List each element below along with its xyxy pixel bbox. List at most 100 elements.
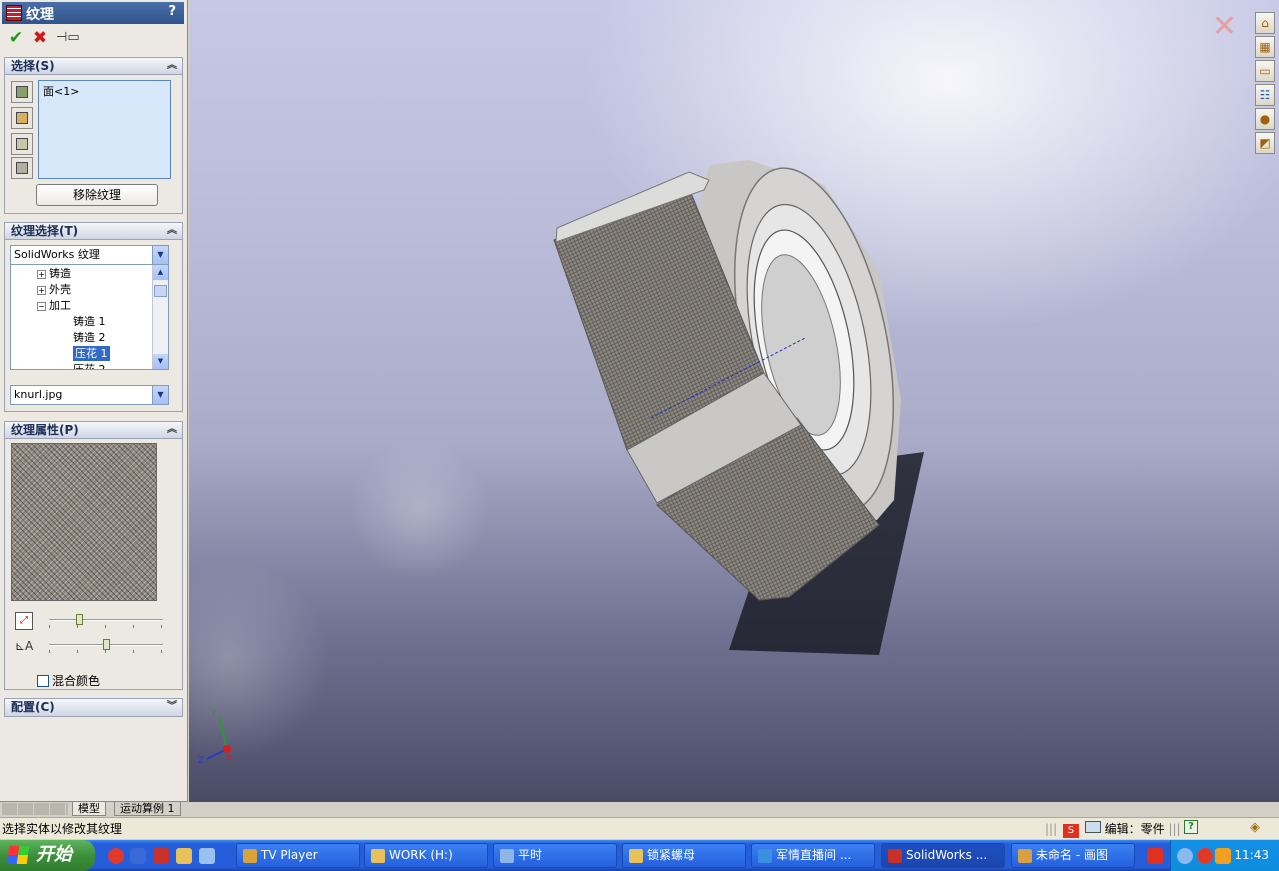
checkbox-box[interactable]	[37, 675, 49, 687]
texture-properties-header[interactable]: 纹理属性(P) ︽	[5, 422, 182, 439]
select-part-button[interactable]	[11, 157, 33, 179]
tree-scrollbar[interactable]: ▲ ▼	[152, 265, 168, 369]
chevron-down-icon[interactable]: ▼	[152, 246, 168, 264]
remove-texture-button[interactable]: 移除纹理	[36, 184, 158, 206]
ok-button[interactable]: ✔	[6, 28, 26, 48]
taskbar-button-label: TV Player	[261, 848, 318, 862]
tree-node-machining[interactable]: − 加工	[37, 298, 71, 313]
quicklaunch-ie-icon[interactable]	[199, 848, 215, 864]
quicklaunch-desktop-icon[interactable]	[130, 848, 146, 864]
tag-icon[interactable]: ◈	[1250, 820, 1260, 835]
angle-slider-knob[interactable]	[103, 639, 110, 650]
close-icon[interactable]: ✕	[1212, 12, 1237, 42]
texture-selection-header[interactable]: 纹理选择(T) ︽	[5, 223, 182, 240]
view-orientation-icon[interactable]: ▦	[1255, 36, 1275, 58]
tray-shield-icon[interactable]	[1215, 848, 1231, 864]
scale-slider[interactable]	[49, 614, 163, 628]
taskbar-button-label: 军情直播间 ...	[776, 848, 852, 862]
right-toolbar: ⌂ ▦ ▭ ☷ ● ◩	[1255, 12, 1277, 156]
input-method-icon[interactable]	[1147, 848, 1163, 864]
taskbar-button-work-drive[interactable]: WORK (H:)	[364, 843, 488, 868]
folder-icon[interactable]: ▭	[1255, 60, 1275, 82]
tree-leaf-knurl-1[interactable]: 压花 1	[73, 346, 110, 361]
collapse-chevron-icon[interactable]: ︽	[167, 223, 177, 239]
collapse-icon[interactable]: −	[37, 301, 46, 311]
tab-model[interactable]: 模型	[72, 802, 106, 816]
chevron-down-icon[interactable]: ▼	[152, 386, 168, 404]
blend-color-checkbox[interactable]: 混合颜色	[37, 672, 100, 689]
texture-tree[interactable]: + 铸造 + 外壳 − 加工 铸造 1 铸造 2 压花 1 压花 2 ▲ ▼	[10, 264, 169, 370]
status-separator: |||	[1168, 822, 1181, 836]
taskbar-button-browser[interactable]: 军情直播间 ...	[751, 843, 875, 868]
tab-motion-study[interactable]: 运动算例 1	[114, 802, 181, 816]
scroll-up-icon[interactable]: ▲	[153, 265, 168, 280]
selected-face-item[interactable]: 面<1>	[43, 83, 166, 99]
configuration-group: 配置(C) ︾	[4, 698, 183, 717]
scroll-thumb[interactable]	[154, 285, 167, 297]
tree-leaf-casting-1[interactable]: 铸造 1	[73, 314, 106, 329]
windows-taskbar: 开始 TV Player WORK (H:) 平时 锁紧螺母 军情直播间 ...…	[0, 840, 1279, 871]
selection-group-header[interactable]: 选择(S) ︽	[5, 58, 182, 75]
status-help-icon[interactable]: ?	[1184, 820, 1198, 834]
taskbar-button-label: 锁紧螺母	[647, 848, 696, 862]
body-icon	[16, 138, 28, 150]
cancel-button[interactable]: ✖	[30, 28, 50, 48]
property-manager-title-bar: 纹理 ?	[2, 2, 184, 24]
start-button[interactable]: 开始	[0, 840, 95, 871]
folder-icon	[371, 849, 385, 863]
texture-file-select[interactable]: knurl.jpg ▼	[10, 385, 169, 405]
help-button[interactable]: ?	[168, 4, 176, 19]
tree-leaf-knurl-2[interactable]: 压花 2	[73, 362, 106, 369]
scene-icon[interactable]: ◩	[1255, 132, 1275, 154]
system-tray: 11:43	[1170, 840, 1279, 871]
tree-leaf-casting-2[interactable]: 铸造 2	[73, 330, 106, 345]
appearance-icon[interactable]: ●	[1255, 108, 1275, 130]
angle-slider[interactable]	[49, 639, 163, 653]
selected-faces-list[interactable]: 面<1>	[38, 80, 171, 179]
scroll-down-icon[interactable]: ▼	[153, 354, 168, 369]
app-icon	[243, 849, 257, 863]
property-manager: 纹理 ? ✔ ✖ ⊣▭ 选择(S) ︽ 面<1> 移除纹理 纹理选择(T) ︽ …	[0, 0, 188, 802]
taskbar-button-label: 未命名 - 画图	[1036, 848, 1108, 862]
input-method-icon[interactable]: S	[1062, 824, 1079, 838]
taskbar-button-paint[interactable]: 未命名 - 画图	[1011, 843, 1135, 868]
pushpin-icon[interactable]: ⊣▭	[56, 28, 80, 48]
scale-slider-knob[interactable]	[76, 614, 83, 625]
taskbar-button-solidworks[interactable]: SolidWorks ...	[881, 843, 1005, 868]
texture-icon	[6, 5, 22, 21]
coordinate-triad: Y Z X	[198, 709, 232, 765]
view-palette-icon[interactable]: ☷	[1255, 84, 1275, 106]
feature-icon	[16, 112, 28, 124]
graphics-viewport[interactable]: ✕ ⌂ ▦ ▭ ☷ ● ◩ Y Z X	[189, 0, 1279, 802]
tray-expand-icon[interactable]	[1177, 848, 1193, 864]
keyboard-icon[interactable]	[1084, 821, 1101, 833]
tree-node-label: 加工	[49, 299, 71, 312]
taskbar-button-label: WORK (H:)	[389, 848, 453, 862]
quicklaunch-solidworks-icon[interactable]	[153, 848, 169, 864]
collapse-chevron-icon[interactable]: ︽	[167, 58, 177, 74]
quicklaunch-app-icon[interactable]	[108, 848, 124, 864]
triad-z-label: Z	[198, 756, 204, 765]
collapse-chevron-icon[interactable]: ︽	[167, 422, 177, 438]
tab-scroll-arrows[interactable]	[2, 803, 68, 815]
select-body-button[interactable]	[11, 133, 33, 155]
taskbar-button-tv-player[interactable]: TV Player	[236, 843, 360, 868]
face-icon	[16, 86, 28, 98]
status-mode-label: 编辑：零件	[1104, 822, 1165, 836]
expand-icon[interactable]: +	[37, 269, 46, 279]
configuration-header[interactable]: 配置(C) ︾	[5, 699, 182, 716]
tree-node-casting[interactable]: + 铸造	[37, 266, 71, 281]
tree-node-shell[interactable]: + 外壳	[37, 282, 71, 297]
expand-icon[interactable]: +	[37, 285, 46, 295]
select-face-button[interactable]	[11, 81, 33, 103]
taskbar-button-pingshi[interactable]: 平时	[493, 843, 617, 868]
quicklaunch-folder-icon[interactable]	[176, 848, 192, 864]
tray-app-icon[interactable]	[1197, 848, 1213, 864]
expand-chevron-icon[interactable]: ︾	[167, 699, 177, 715]
model-view[interactable]	[189, 0, 1279, 802]
texture-library-select[interactable]: SolidWorks 纹理 ▼	[10, 245, 169, 265]
status-mode: ||| S 编辑：零件 |||	[1045, 820, 1181, 838]
home-icon[interactable]: ⌂	[1255, 12, 1275, 34]
taskbar-button-lock-nut[interactable]: 锁紧螺母	[622, 843, 746, 868]
select-feature-button[interactable]	[11, 107, 33, 129]
